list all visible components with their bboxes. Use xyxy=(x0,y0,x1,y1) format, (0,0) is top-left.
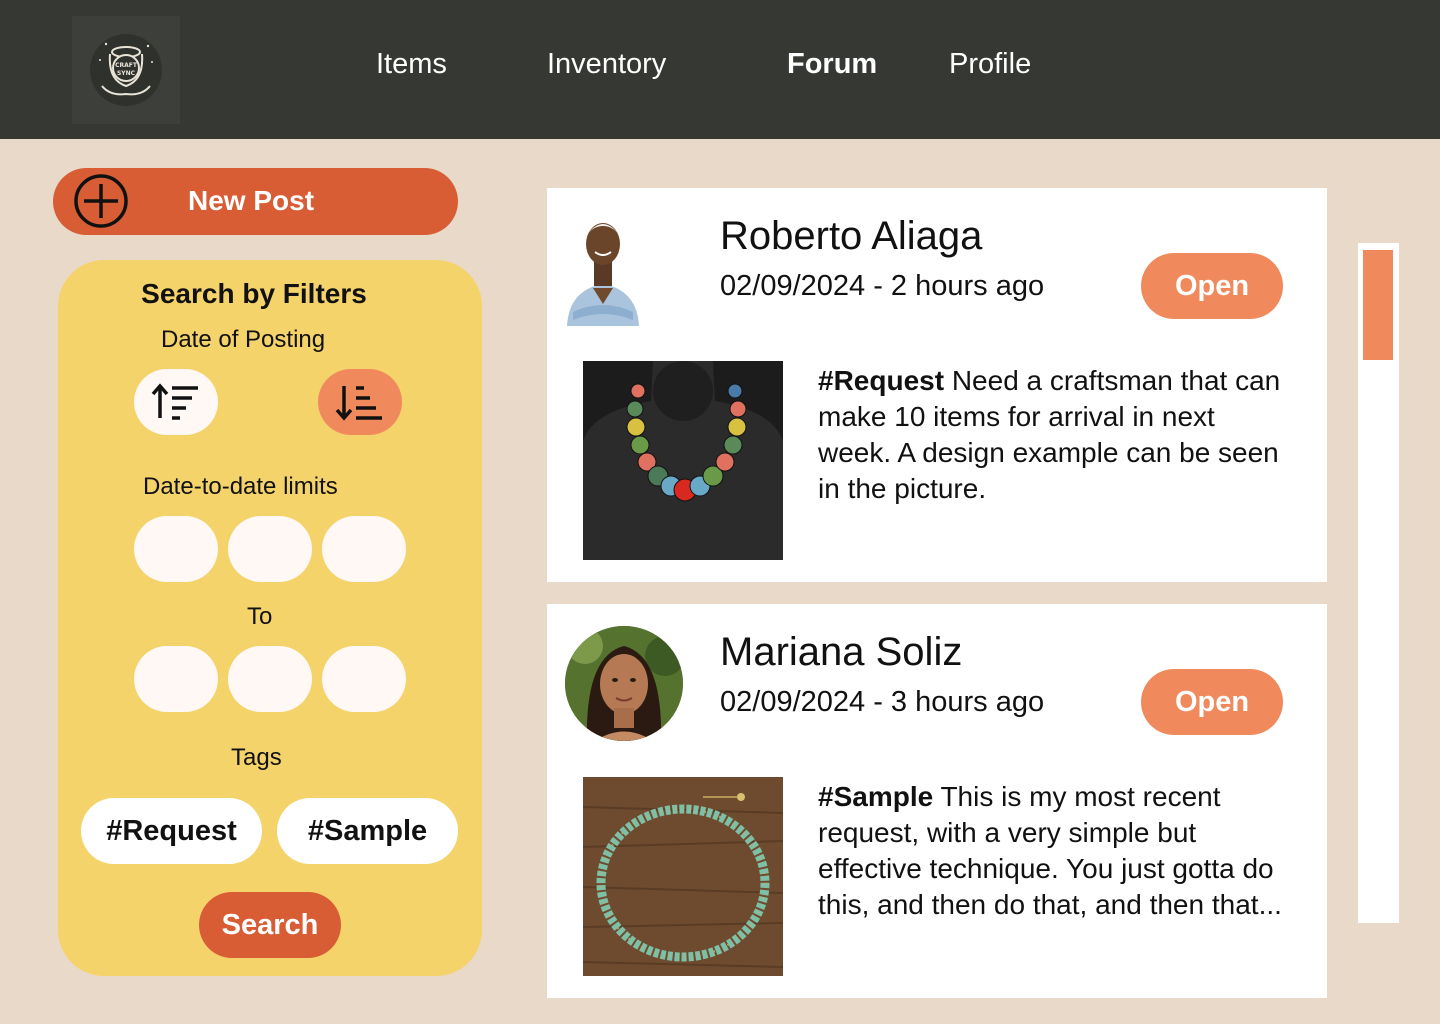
sort-ascending-button[interactable] xyxy=(134,369,218,435)
post-card: Roberto Aliaga 02/09/2024 - 2 hours ago … xyxy=(547,188,1327,582)
post-date: 02/09/2024 - 3 hours ago xyxy=(720,686,1045,718)
new-post-button[interactable]: New Post xyxy=(53,168,458,235)
scrollbar-thumb[interactable] xyxy=(1363,250,1393,360)
to-day-input[interactable] xyxy=(134,646,218,712)
post-tag[interactable]: #Sample xyxy=(818,781,933,812)
to-year-input[interactable] xyxy=(322,646,406,712)
date-limits-label: Date-to-date limits xyxy=(143,473,338,500)
avatar-image xyxy=(565,626,683,741)
craftsync-logo[interactable]: CRAFT SYNC xyxy=(72,16,180,124)
open-post-button[interactable]: Open xyxy=(1141,669,1283,735)
svg-text:SYNC: SYNC xyxy=(117,70,136,77)
avatar[interactable] xyxy=(565,626,683,741)
post-tag[interactable]: #Request xyxy=(818,365,944,396)
post-body: #Sample This is my most recent request, … xyxy=(818,779,1288,923)
tags-label: Tags xyxy=(231,744,282,771)
top-navbar: CRAFT SYNC Items Inventory Forum Profile xyxy=(0,0,1440,139)
post-date: 02/09/2024 - 2 hours ago xyxy=(720,270,1045,302)
feed-scrollbar[interactable] xyxy=(1358,243,1399,923)
post-body: #Request Need a craftsman that can make … xyxy=(818,363,1288,507)
logo-icon: CRAFT SYNC xyxy=(90,34,162,106)
avatar-image xyxy=(567,223,639,326)
search-button[interactable]: Search xyxy=(199,892,341,958)
post-image[interactable] xyxy=(583,777,783,976)
tag-sample-button[interactable]: #Sample xyxy=(277,798,458,864)
post-author[interactable]: Roberto Aliaga xyxy=(720,214,982,259)
sort-descending-icon xyxy=(335,386,382,421)
open-post-button[interactable]: Open xyxy=(1141,253,1283,319)
nav-inventory[interactable]: Inventory xyxy=(547,48,666,81)
to-label: To xyxy=(247,603,273,630)
plus-circle-icon xyxy=(74,174,128,228)
nav-profile[interactable]: Profile xyxy=(949,48,1031,81)
from-day-input[interactable] xyxy=(134,516,218,582)
post-author[interactable]: Mariana Soliz xyxy=(720,630,962,675)
necklace-image xyxy=(583,777,783,976)
sort-ascending-icon xyxy=(151,383,198,420)
post-image[interactable] xyxy=(583,361,783,560)
sort-descending-button[interactable] xyxy=(318,369,402,435)
to-month-input[interactable] xyxy=(228,646,312,712)
from-month-input[interactable] xyxy=(228,516,312,582)
tag-request-button[interactable]: #Request xyxy=(81,798,262,864)
avatar[interactable] xyxy=(563,212,643,326)
post-card: Mariana Soliz 02/09/2024 - 3 hours ago O… xyxy=(547,604,1327,998)
date-of-posting-label: Date of Posting xyxy=(161,326,326,353)
from-year-input[interactable] xyxy=(322,516,406,582)
necklace-image xyxy=(583,361,783,560)
filter-title: Search by Filters xyxy=(141,278,367,309)
svg-text:CRAFT: CRAFT xyxy=(115,62,138,69)
new-post-label: New Post xyxy=(188,185,315,216)
nav-forum[interactable]: Forum xyxy=(787,48,877,81)
filter-panel: Search by Filters Date of Posting Date-t… xyxy=(58,260,482,976)
nav-items[interactable]: Items xyxy=(376,48,447,81)
